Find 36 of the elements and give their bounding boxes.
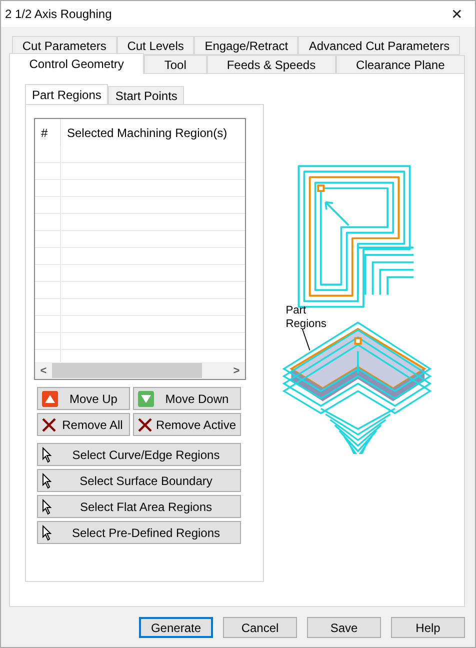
pointer-icon [42, 472, 52, 488]
region-list[interactable]: # Selected Machining Region(s) < > [34, 118, 246, 380]
cross-icon [138, 418, 152, 432]
select-button[interactable]: Select Pre-Defined Regions [37, 521, 241, 544]
dialog-button[interactable]: Generate [139, 617, 213, 638]
tab[interactable]: Control Geometry [9, 53, 144, 74]
select-button[interactable]: Select Curve/Edge Regions [37, 443, 241, 466]
tab[interactable]: Advanced Cut Parameters [298, 36, 460, 55]
pointer-icon [42, 446, 52, 462]
leader-line [301, 328, 310, 351]
select-button[interactable]: Select Surface Boundary [37, 469, 241, 492]
tab[interactable]: Start Points [108, 86, 184, 104]
tab[interactable]: Part Regions [25, 84, 108, 104]
action-button[interactable]: Move Up [37, 387, 130, 410]
select-button[interactable]: Select Flat Area Regions [37, 495, 241, 518]
dialog-button[interactable]: Cancel [223, 617, 297, 638]
tab[interactable]: Cut Levels [116, 36, 194, 55]
tab[interactable]: Engage/Retract [194, 36, 298, 55]
pointer-icon [42, 498, 52, 514]
horizontal-scrollbar[interactable]: < > [35, 362, 245, 379]
scroll-right-arrow[interactable]: > [228, 364, 245, 376]
callout-label: Part Regions [285, 304, 326, 330]
cross-icon [42, 418, 56, 432]
scroll-left-arrow[interactable]: < [35, 364, 52, 376]
dialog-button[interactable]: Help [391, 617, 465, 638]
column-header: Selected Machining Region(s) [66, 124, 228, 142]
tab[interactable]: Tool [144, 55, 207, 74]
pointer-icon [42, 524, 52, 540]
window-title: 2 1/2 Axis Roughing [5, 7, 112, 21]
tab[interactable]: Feeds & Speeds [206, 55, 336, 74]
close-button[interactable]: ✕ [451, 6, 469, 22]
action-button[interactable]: Remove Active [132, 413, 241, 436]
action-button[interactable]: Move Down [132, 387, 241, 410]
action-button[interactable]: Remove All [37, 413, 130, 436]
tab[interactable]: Clearance Plane [336, 55, 465, 74]
dialog-button[interactable]: Save [307, 617, 381, 638]
